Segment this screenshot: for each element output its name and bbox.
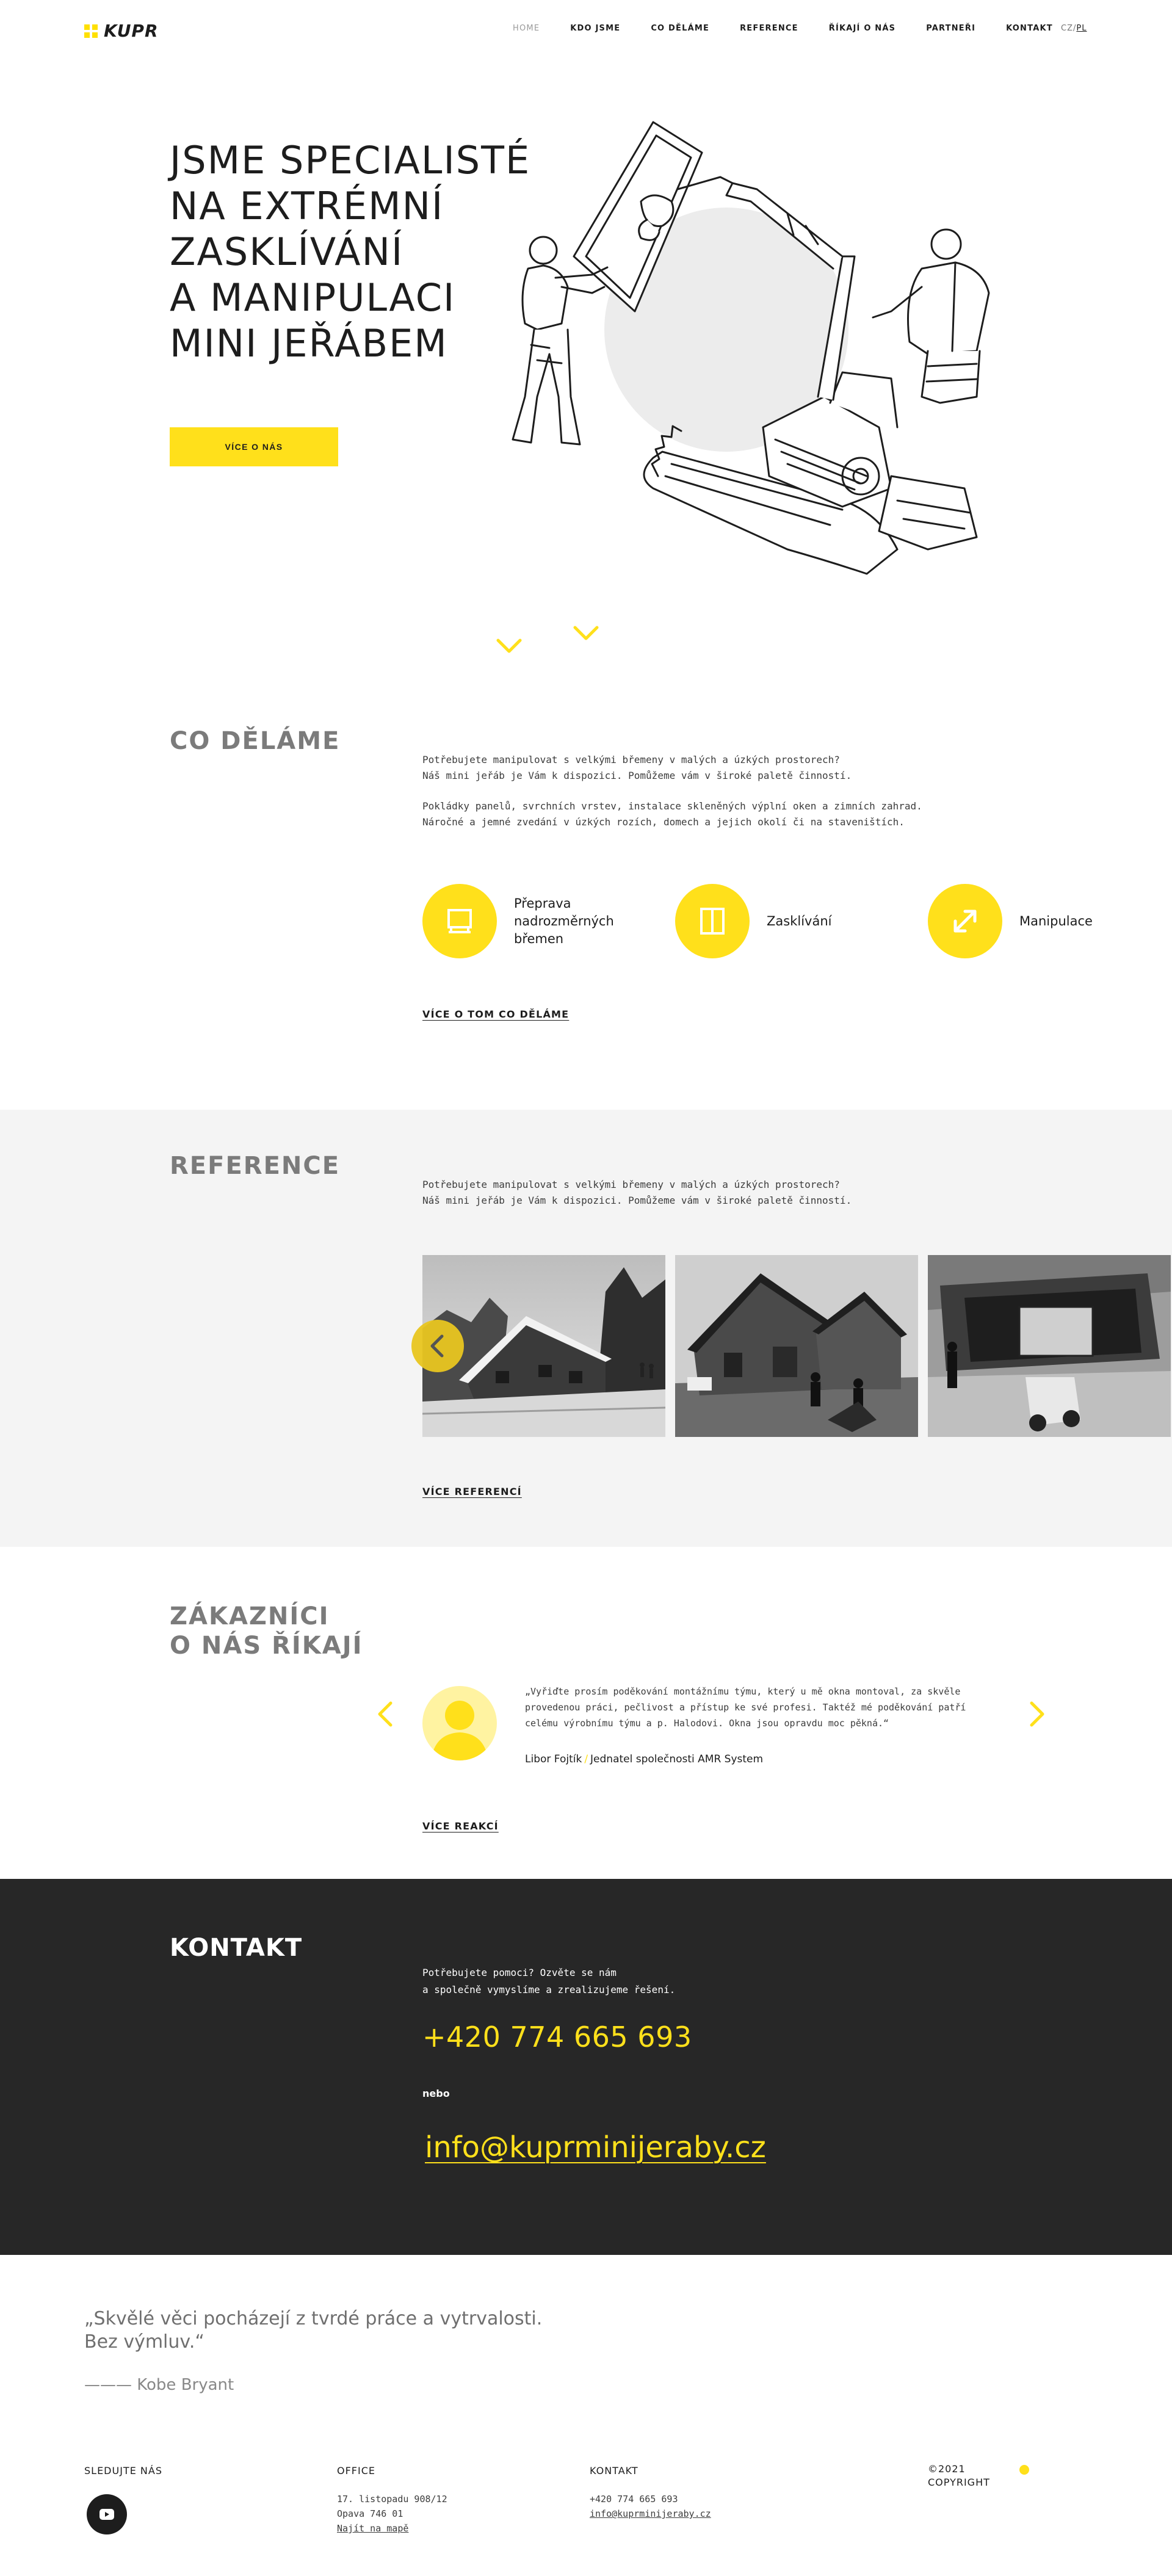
nav-kontakt[interactable]: KONTAKT [1006,24,1053,33]
service-label-line: nadrozměrných [514,913,614,928]
contact-heading: KONTAKT [170,1934,303,1962]
reference-more-link[interactable]: VÍCE REFERENCÍ [422,1486,522,1497]
crane-glazing-illustration [512,121,990,575]
nav-kdo-jsme[interactable]: KDO JSME [570,24,620,33]
youtube-button[interactable] [87,2494,127,2534]
service-label-line: břemen [514,931,564,946]
testimonials-heading: ZÁKAZNÍCI O NÁS ŘÍKAJÍ [170,1602,363,1660]
service-glazing-label: Zasklívání [767,913,832,928]
scroll-down-chevron-icon[interactable] [573,625,599,641]
services-intro-line: Náš mini jeřáb je Vám k dispozici. Pomůž… [422,770,852,781]
language-switcher: CZ/PL [1061,24,1087,33]
testimonial-author-name: Libor Fojtík [525,1753,582,1765]
contact-or: nebo [422,2088,450,2099]
nav-partneri[interactable]: PARTNEŘI [926,24,975,33]
testimonial-author-separator: / [584,1753,588,1765]
testimonial-prev-chevron-icon[interactable] [376,1701,394,1728]
about-us-button[interactable]: VÍCE O NÁS [170,427,338,466]
scroll-down-chevron-icon[interactable] [496,638,523,654]
services-more-link[interactable]: VÍCE O TOM CO DĚLÁME [422,1008,569,1020]
motto-author: ——— Kobe Bryant [84,2376,234,2394]
nav-home[interactable]: HOME [513,24,540,33]
service-handling-label: Manipulace [1019,913,1093,928]
avatar [422,1686,497,1760]
person-silhouette-icon [431,1701,488,1760]
testimonial-author-role: Jednatel společnosti AMR System [590,1753,764,1765]
chevron-left-icon [430,1334,444,1358]
footer-copyright-label: COPYRIGHT [928,2477,990,2488]
service-transport[interactable]: Přeprava nadrozměrných břemen [422,884,614,958]
footer-office-address: 17. listopadu 908/12 Opava 746 01 Najít … [337,2492,447,2536]
transport-icon [422,884,497,958]
footer-copyright: ©2021 COPYRIGHT [928,2462,990,2489]
carousel-prev-button[interactable] [411,1320,464,1372]
yellow-dot-icon [1019,2465,1029,2475]
main-nav: HOME KDO JSME CO DĚLÁME REFERENCE ŘÍKAJÍ… [513,24,1083,33]
reference-photo-house[interactable] [675,1255,918,1437]
testimonials-heading-line: ZÁKAZNÍCI [170,1602,330,1630]
footer-follow-heading: SLEDUJTE NÁS [84,2465,162,2477]
testimonials-heading-line: O NÁS ŘÍKAJÍ [170,1632,363,1660]
testimonials-more-link[interactable]: VÍCE REAKCÍ [422,1820,499,1832]
services-description-line: Náročné a jemné zvedání v úzkých rozích,… [422,816,905,828]
footer-contact-heading: KONTAKT [590,2465,638,2477]
youtube-icon [99,2509,114,2520]
services-intro-line: Potřebujete manipulovat s velkými břemen… [422,754,840,765]
footer-map-link[interactable]: Najít na mapě [337,2523,408,2534]
reference-intro-line: Náš mini jeřáb je Vám k dispozici. Pomůž… [422,1195,852,1206]
logo-text: KUPR [104,21,159,41]
reference-intro: Potřebujete manipulovat s velkými břemen… [422,1177,972,1209]
contact-phone-link[interactable]: +420 774 665 693 [422,2021,692,2053]
motto-line: Bez výmluv.“ [84,2331,204,2353]
reference-heading: REFERENCE [170,1152,341,1180]
nav-co-delame[interactable]: CO DĚLÁME [651,24,709,33]
reference-intro-line: Potřebujete manipulovat s velkými břemen… [422,1179,840,1190]
service-handling[interactable]: Manipulace [928,884,1093,958]
contact-email-link[interactable]: info@kuprminijeraby.cz [425,2130,766,2165]
services-intro: Potřebujete manipulovat s velkými břemen… [422,752,972,784]
footer-address-line: Opava 746 01 [337,2508,403,2519]
footer-address-line: 17. listopadu 908/12 [337,2494,447,2505]
service-glazing[interactable]: Zasklívání [675,884,831,958]
nav-reference[interactable]: REFERENCE [740,24,798,33]
services-heading: CO DĚLÁME [170,727,341,755]
reference-photo-container[interactable] [928,1255,1171,1437]
footer-phone[interactable]: +420 774 665 693 [590,2492,711,2506]
testimonial-author: Libor Fojtík / Jednatel společnosti AMR Sy… [525,1753,763,1765]
motto-line: „Skvělé věci pocházejí z tvrdé práce a v… [84,2308,543,2329]
container-house-photo [928,1255,1171,1437]
footer-office-heading: OFFICE [337,2465,375,2477]
house-roofing-photo [675,1255,918,1437]
contact-text-line: Potřebujete pomoci? Ozvěte se nám [422,1967,617,1978]
services-description: Pokládky panelů, svrchních vrstev, insta… [422,798,972,830]
logo-mark-icon [84,24,98,38]
logo[interactable]: KUPR [84,21,159,41]
testimonial-quote: „Vyřiďte prosím poděkování montážnímu tý… [525,1686,966,1729]
lang-cz[interactable]: CZ [1061,24,1073,33]
footer-contact-info: +420 774 665 693 info@kuprminijeraby.cz [590,2492,711,2521]
services-description-line: Pokládky panelů, svrchních vrstev, insta… [422,800,922,812]
contact-text: Potřebujete pomoci? Ozvěte se nám a spol… [422,1964,675,1999]
footer-year: ©2021 [928,2463,966,2475]
testimonial-next-chevron-icon[interactable] [1028,1701,1046,1728]
contact-text-line: a společně vymyslíme a zrealizujeme řeše… [422,1984,676,1995]
expand-arrows-icon [928,884,1002,958]
motto-quote: „Skvělé věci pocházejí z tvrdé práce a v… [84,2307,542,2354]
footer-email-link[interactable]: info@kuprminijeraby.cz [590,2508,711,2519]
nav-rikaji-o-nas[interactable]: ŘÍKAJÍ O NÁS [829,24,895,33]
service-transport-label: Přeprava nadrozměrných břemen [514,895,614,948]
lang-pl[interactable]: PL [1076,24,1087,33]
service-label-line: Přeprava [514,895,571,911]
window-icon [675,884,750,958]
